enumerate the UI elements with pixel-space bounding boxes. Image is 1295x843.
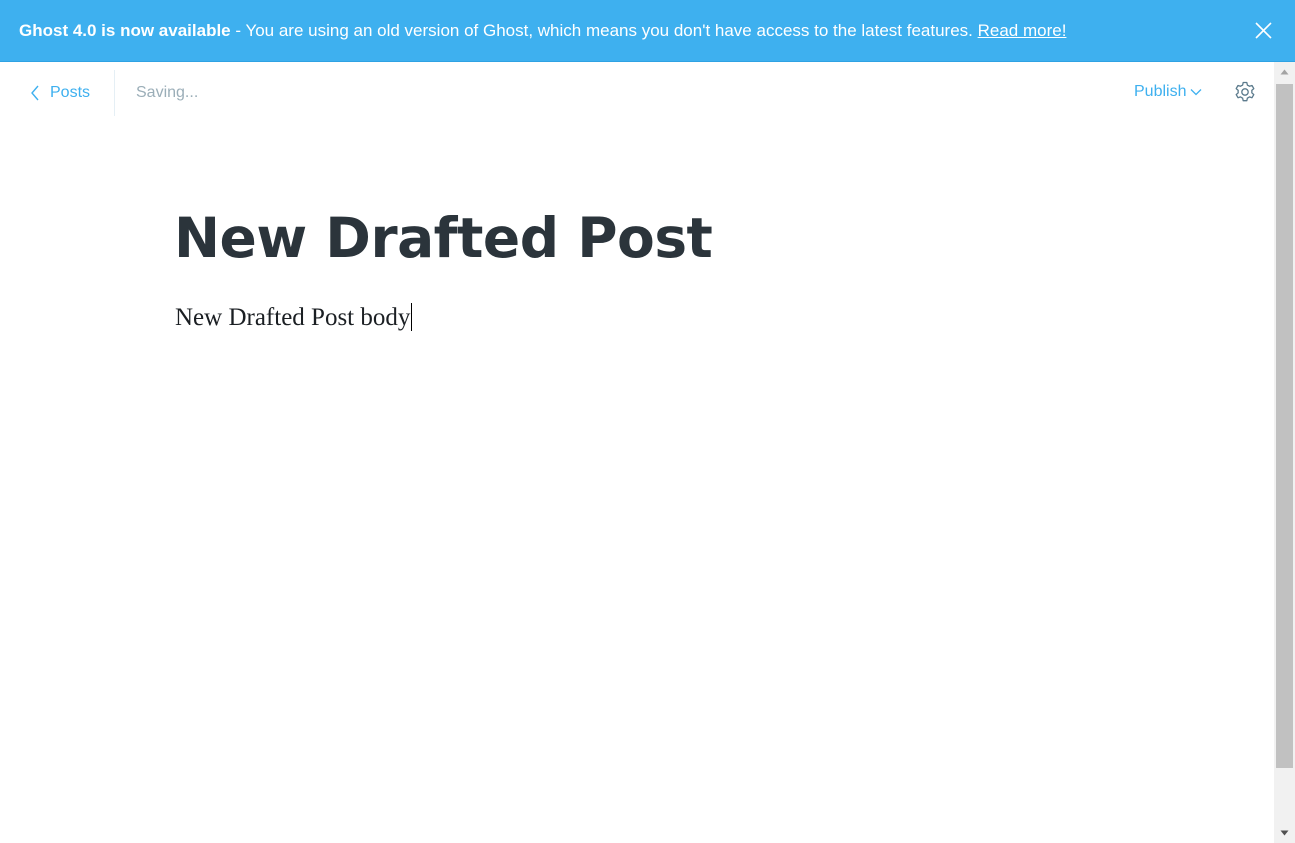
banner-message: - You are using an old version of Ghost,…: [230, 20, 978, 40]
editor-header: Posts Saving... Publish: [0, 62, 1274, 124]
chevron-left-icon: [31, 85, 39, 101]
post-body-text: New Drafted Post body: [175, 304, 411, 331]
save-status: Saving...: [136, 84, 199, 101]
publish-menu-button[interactable]: Publish: [1134, 83, 1202, 101]
gear-icon[interactable]: [1233, 80, 1257, 104]
scroll-down-arrow-icon[interactable]: [1274, 823, 1295, 843]
header-divider: [114, 70, 115, 116]
back-link-label: Posts: [50, 84, 91, 101]
read-more-link[interactable]: Read more!: [978, 21, 1067, 41]
post-title[interactable]: New Drafted Post: [174, 206, 713, 270]
banner-headline: Ghost 4.0 is now available: [19, 20, 231, 40]
chevron-down-icon: [1191, 89, 1202, 96]
back-to-posts-link[interactable]: Posts: [30, 81, 90, 105]
scrollbar-thumb[interactable]: [1276, 84, 1293, 768]
vertical-scrollbar[interactable]: [1274, 62, 1295, 843]
upgrade-banner: Ghost 4.0 is now available - You are usi…: [0, 0, 1295, 62]
publish-label: Publish: [1134, 83, 1187, 100]
post-body-editor[interactable]: New Drafted Post body: [175, 303, 413, 332]
text-caret: [411, 303, 413, 331]
scroll-up-arrow-icon[interactable]: [1274, 62, 1295, 82]
close-icon[interactable]: [1255, 22, 1272, 39]
